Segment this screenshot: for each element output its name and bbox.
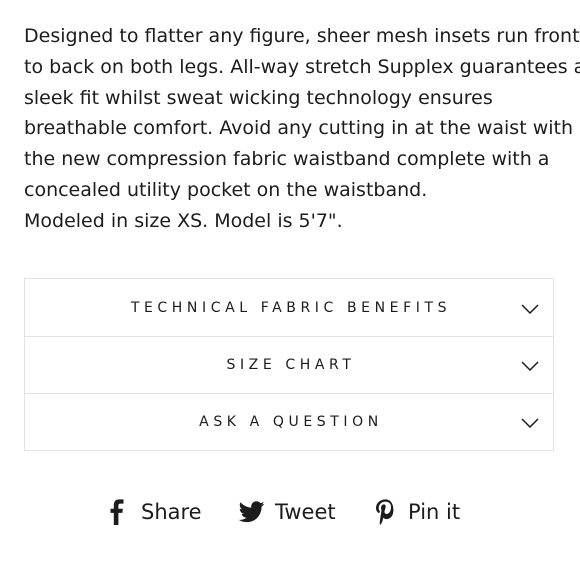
model-size-note: Modeled in size XS. Model is 5'7". — [24, 209, 343, 232]
facebook-icon — [106, 499, 128, 525]
accordion-label: SIZE CHART — [226, 357, 356, 373]
description-text: Designed to flatter any figure, sheer me… — [24, 21, 580, 237]
pin-it-label: Pin it — [408, 500, 461, 524]
chevron-down-icon — [521, 361, 539, 371]
description-line: breathable comfort. Avoid any cutting in… — [24, 117, 574, 140]
accordion-size-chart[interactable]: SIZE CHART — [25, 336, 553, 393]
tweet-twitter-button[interactable]: Tweet — [239, 492, 336, 532]
share-label: Share — [141, 500, 202, 524]
product-description: Designed to flatter any figure, sheer me… — [24, 21, 580, 237]
chevron-down-icon — [521, 418, 539, 428]
pinterest-icon — [375, 499, 395, 525]
description-line: the new compression fabric waistband com… — [24, 148, 550, 171]
product-accordion: TECHNICAL FABRIC BENEFITS SIZE CHART ASK… — [24, 278, 554, 451]
twitter-icon — [239, 501, 265, 523]
chevron-down-icon — [521, 303, 539, 314]
description-line: to back on both legs. All-way stretch Su… — [24, 55, 580, 78]
social-sharing: Share Tweet Pin it — [0, 492, 580, 532]
accordion-label: ASK A QUESTION — [199, 414, 383, 430]
accordion-label: TECHNICAL FABRIC BENEFITS — [130, 299, 452, 316]
share-facebook-button[interactable]: Share — [106, 492, 202, 532]
accordion-technical-fabric-benefits[interactable]: TECHNICAL FABRIC BENEFITS — [25, 279, 553, 336]
tweet-label: Tweet — [275, 500, 336, 524]
description-line: Designed to flatter any figure, sheer me… — [24, 25, 580, 47]
pin-it-pinterest-button[interactable]: Pin it — [375, 492, 460, 532]
description-line: sleek fit whilst sweat wicking technolog… — [24, 86, 493, 109]
description-line: concealed utility pocket on the waistban… — [24, 178, 428, 201]
accordion-ask-a-question[interactable]: ASK A QUESTION — [25, 393, 553, 450]
